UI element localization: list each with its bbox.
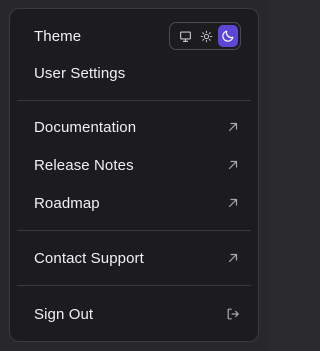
contact-support-label: Contact Support xyxy=(34,249,144,267)
sign-out-label: Sign Out xyxy=(34,305,94,323)
divider xyxy=(17,285,251,286)
arrow-up-right-icon xyxy=(226,196,240,210)
log-out-icon xyxy=(226,307,240,321)
theme-option-system[interactable] xyxy=(175,25,195,47)
divider xyxy=(17,100,251,101)
sign-out-item[interactable]: Sign Out xyxy=(10,299,258,329)
theme-switcher xyxy=(169,22,241,50)
sun-icon xyxy=(200,30,213,42)
divider xyxy=(17,230,251,231)
documentation-item[interactable]: Documentation xyxy=(10,112,258,142)
arrow-up-right-icon xyxy=(226,158,240,172)
theme-option-dark[interactable] xyxy=(218,25,238,47)
user-settings-item[interactable]: User Settings xyxy=(10,58,258,88)
account-dropdown-menu: Theme User Settings Documentation Releas… xyxy=(9,8,259,342)
arrow-up-right-icon xyxy=(226,251,240,265)
arrow-up-right-icon xyxy=(226,120,240,134)
release-notes-item[interactable]: Release Notes xyxy=(10,150,258,180)
release-notes-label: Release Notes xyxy=(34,156,134,174)
contact-support-item[interactable]: Contact Support xyxy=(10,243,258,273)
user-settings-label: User Settings xyxy=(34,64,126,82)
moon-icon xyxy=(222,30,234,42)
documentation-label: Documentation xyxy=(34,118,137,136)
roadmap-item[interactable]: Roadmap xyxy=(10,188,258,218)
roadmap-label: Roadmap xyxy=(34,194,100,212)
theme-option-light[interactable] xyxy=(197,25,217,47)
monitor-icon xyxy=(179,30,191,42)
